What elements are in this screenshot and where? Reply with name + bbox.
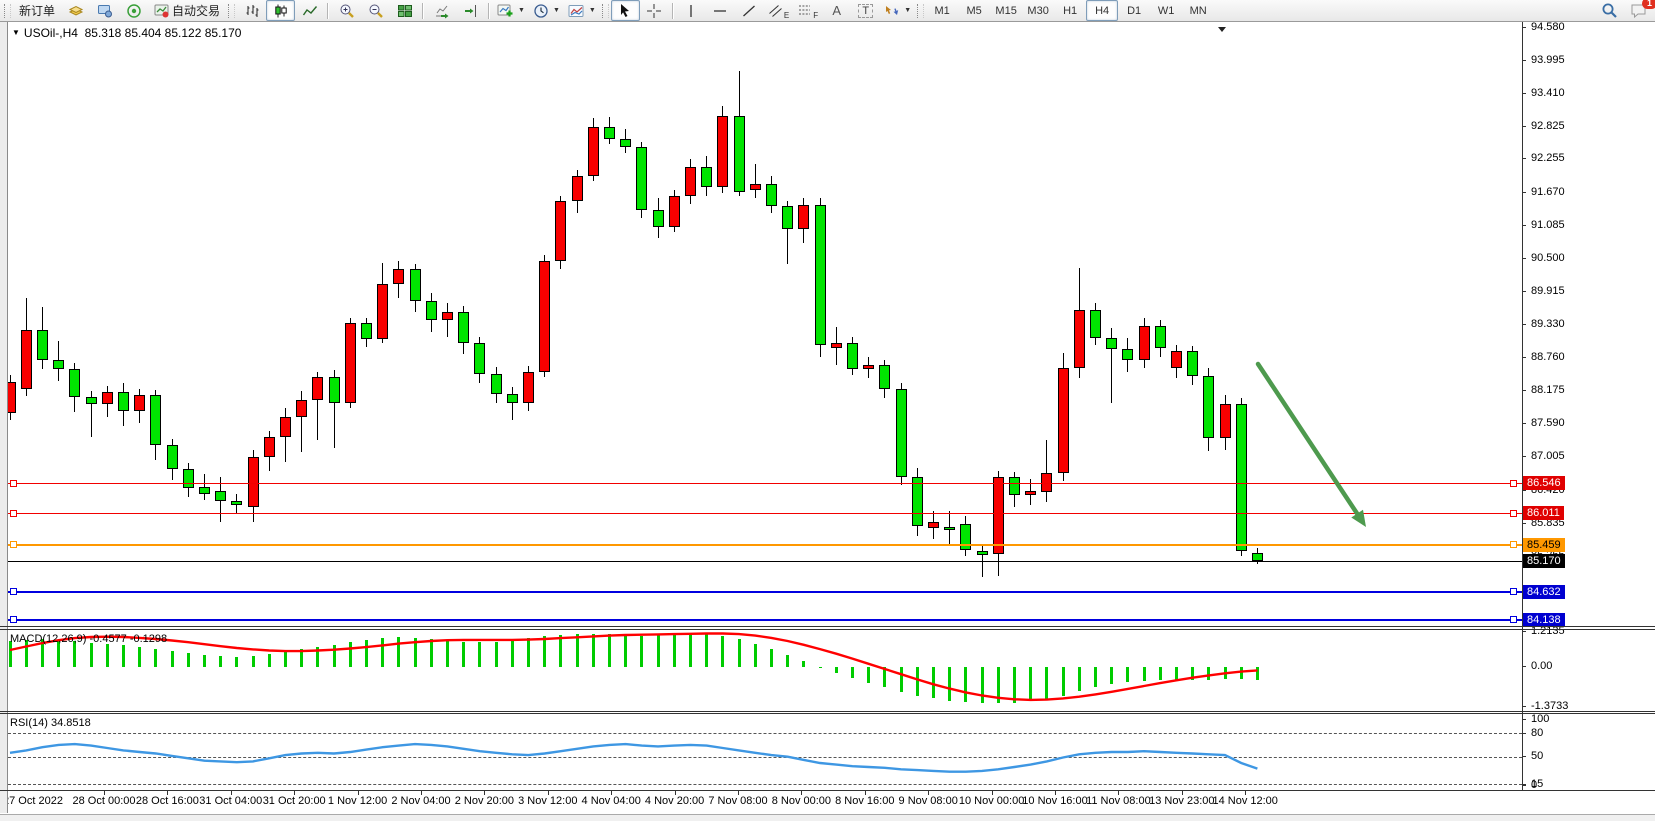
time-axis-label: 28 Oct 16:00 bbox=[131, 795, 203, 807]
time-axis-label: 13 Nov 23:00 bbox=[1146, 795, 1218, 807]
equidistant-channel-tool-icon[interactable]: E bbox=[764, 0, 793, 21]
trend-arrow-annotation[interactable] bbox=[0, 22, 1655, 626]
timeframe-M15[interactable]: M15 bbox=[990, 0, 1022, 21]
market-watch-icon[interactable] bbox=[90, 0, 119, 21]
signal-icon[interactable] bbox=[119, 0, 148, 21]
chart-title: ▼ USOil-,H4 85.318 85.404 85.122 85.170 bbox=[12, 26, 241, 40]
timeframe-M5[interactable]: M5 bbox=[958, 0, 990, 21]
crosshair-tool-icon[interactable] bbox=[640, 0, 669, 21]
toolbar-grip[interactable] bbox=[602, 4, 609, 18]
auto-trading-button[interactable]: 自动交易 bbox=[148, 0, 226, 21]
timeframe-H4[interactable]: H4 bbox=[1086, 0, 1118, 21]
auto-scroll-icon[interactable] bbox=[427, 0, 456, 21]
time-axis-label: 28 Oct 00:00 bbox=[68, 795, 140, 807]
new-order-button[interactable]: 新订单 bbox=[13, 0, 61, 21]
notifications-icon[interactable]: 1 bbox=[1624, 0, 1653, 21]
add-indicator-icon[interactable]: ▼ bbox=[493, 0, 529, 21]
horizontal-line-tool-icon[interactable] bbox=[706, 0, 735, 21]
macd-label: MACD(12,26,9) -0.4577 -0.1298 bbox=[10, 633, 167, 645]
macd-axis-label: -1.3733 bbox=[1531, 700, 1568, 712]
time-axis-label: 7 Nov 08:00 bbox=[702, 795, 774, 807]
toolbar-grip[interactable] bbox=[917, 4, 924, 18]
time-axis-label: 11 Nov 08:00 bbox=[1082, 795, 1154, 807]
macd-signal-line bbox=[8, 630, 1522, 711]
toolbar-grip[interactable] bbox=[4, 4, 11, 18]
rsi-axis-label: 0 bbox=[1531, 779, 1537, 791]
time-axis-label: 10 Nov 16:00 bbox=[1019, 795, 1091, 807]
arrows-objects-icon[interactable]: ▼ bbox=[880, 0, 915, 21]
rsi-axis-label: 100 bbox=[1531, 713, 1549, 725]
chevron-down-icon: ▼ bbox=[553, 7, 560, 14]
time-axis-label: 10 Nov 00:00 bbox=[956, 795, 1028, 807]
time-axis-label: 2 Nov 20:00 bbox=[448, 795, 520, 807]
timeframe-W1[interactable]: W1 bbox=[1150, 0, 1182, 21]
line-chart-type-icon[interactable] bbox=[295, 0, 324, 21]
time-axis-label: 8 Nov 00:00 bbox=[765, 795, 837, 807]
time-axis-label: 4 Nov 20:00 bbox=[639, 795, 711, 807]
rsi-label: RSI(14) 34.8518 bbox=[10, 717, 91, 729]
time-axis-label: 14 Nov 12:00 bbox=[1209, 795, 1281, 807]
time-axis-label: 31 Oct 20:00 bbox=[258, 795, 330, 807]
vertical-line-tool-icon[interactable] bbox=[677, 0, 706, 21]
channel-letter: E bbox=[784, 11, 789, 20]
fibo-letter: F bbox=[813, 11, 818, 20]
text-tool-icon[interactable]: A bbox=[822, 0, 851, 21]
window-bottom-strip bbox=[0, 814, 1655, 821]
candlestick-chart-type-icon[interactable] bbox=[266, 0, 295, 21]
timeframe-MN[interactable]: MN bbox=[1182, 0, 1214, 21]
cursor-tool-icon[interactable] bbox=[611, 0, 640, 21]
chart-ohlc-readout: 85.318 85.404 85.122 85.170 bbox=[85, 26, 242, 40]
chart-symbol-period: USOil-,H4 bbox=[24, 26, 78, 40]
toolbar-grip[interactable] bbox=[228, 4, 235, 18]
metatrader-window: 新订单 自动交易 bbox=[0, 0, 1655, 821]
notification-badge: 1 bbox=[1642, 0, 1655, 9]
macd-axis-label: 0.00 bbox=[1531, 660, 1552, 672]
time-axis-label: 4 Nov 04:00 bbox=[575, 795, 647, 807]
time-axis-label: 9 Nov 08:00 bbox=[892, 795, 964, 807]
period-clock-icon[interactable]: ▼ bbox=[529, 0, 564, 21]
auto-trading-icon bbox=[154, 4, 169, 18]
time-axis-label: 1 Nov 12:00 bbox=[322, 795, 394, 807]
symbol-dropdown-icon[interactable]: ▼ bbox=[12, 28, 20, 37]
fibonacci-tool-icon[interactable]: F bbox=[793, 0, 822, 21]
timeframe-toolbar: M1M5M15M30H1H4D1W1MN bbox=[926, 0, 1214, 22]
time-axis-label: 2 Nov 04:00 bbox=[385, 795, 457, 807]
template-icon[interactable]: ▼ bbox=[564, 0, 600, 21]
zoom-in-icon[interactable] bbox=[332, 0, 361, 21]
main-toolbar: 新订单 自动交易 bbox=[0, 0, 1655, 22]
trendline-tool-icon[interactable] bbox=[735, 0, 764, 21]
search-icon[interactable] bbox=[1595, 0, 1624, 21]
rsi-axis-label: 50 bbox=[1531, 750, 1543, 762]
time-axis-label: 3 Nov 12:00 bbox=[512, 795, 584, 807]
rsi-line bbox=[8, 714, 1522, 790]
rsi-axis-label: 80 bbox=[1531, 727, 1543, 739]
tile-windows-icon[interactable] bbox=[390, 0, 419, 21]
layers-icon[interactable] bbox=[61, 0, 90, 21]
timeframe-M1[interactable]: M1 bbox=[926, 0, 958, 21]
chevron-down-icon: ▼ bbox=[904, 7, 911, 14]
time-axis-label: 8 Nov 16:00 bbox=[829, 795, 901, 807]
timeframe-M30[interactable]: M30 bbox=[1022, 0, 1054, 21]
timeframe-H1[interactable]: H1 bbox=[1054, 0, 1086, 21]
time-axis-label: 27 Oct 2022 bbox=[3, 795, 63, 807]
bar-chart-type-icon[interactable] bbox=[237, 0, 266, 21]
zoom-out-icon[interactable] bbox=[361, 0, 390, 21]
time-axis-label: 31 Oct 04:00 bbox=[195, 795, 267, 807]
chevron-down-icon: ▼ bbox=[589, 7, 596, 14]
chevron-down-icon: ▼ bbox=[518, 7, 525, 14]
timeframe-D1[interactable]: D1 bbox=[1118, 0, 1150, 21]
text-label-tool-icon[interactable]: T bbox=[851, 0, 880, 21]
chart-shift-icon[interactable] bbox=[456, 0, 485, 21]
